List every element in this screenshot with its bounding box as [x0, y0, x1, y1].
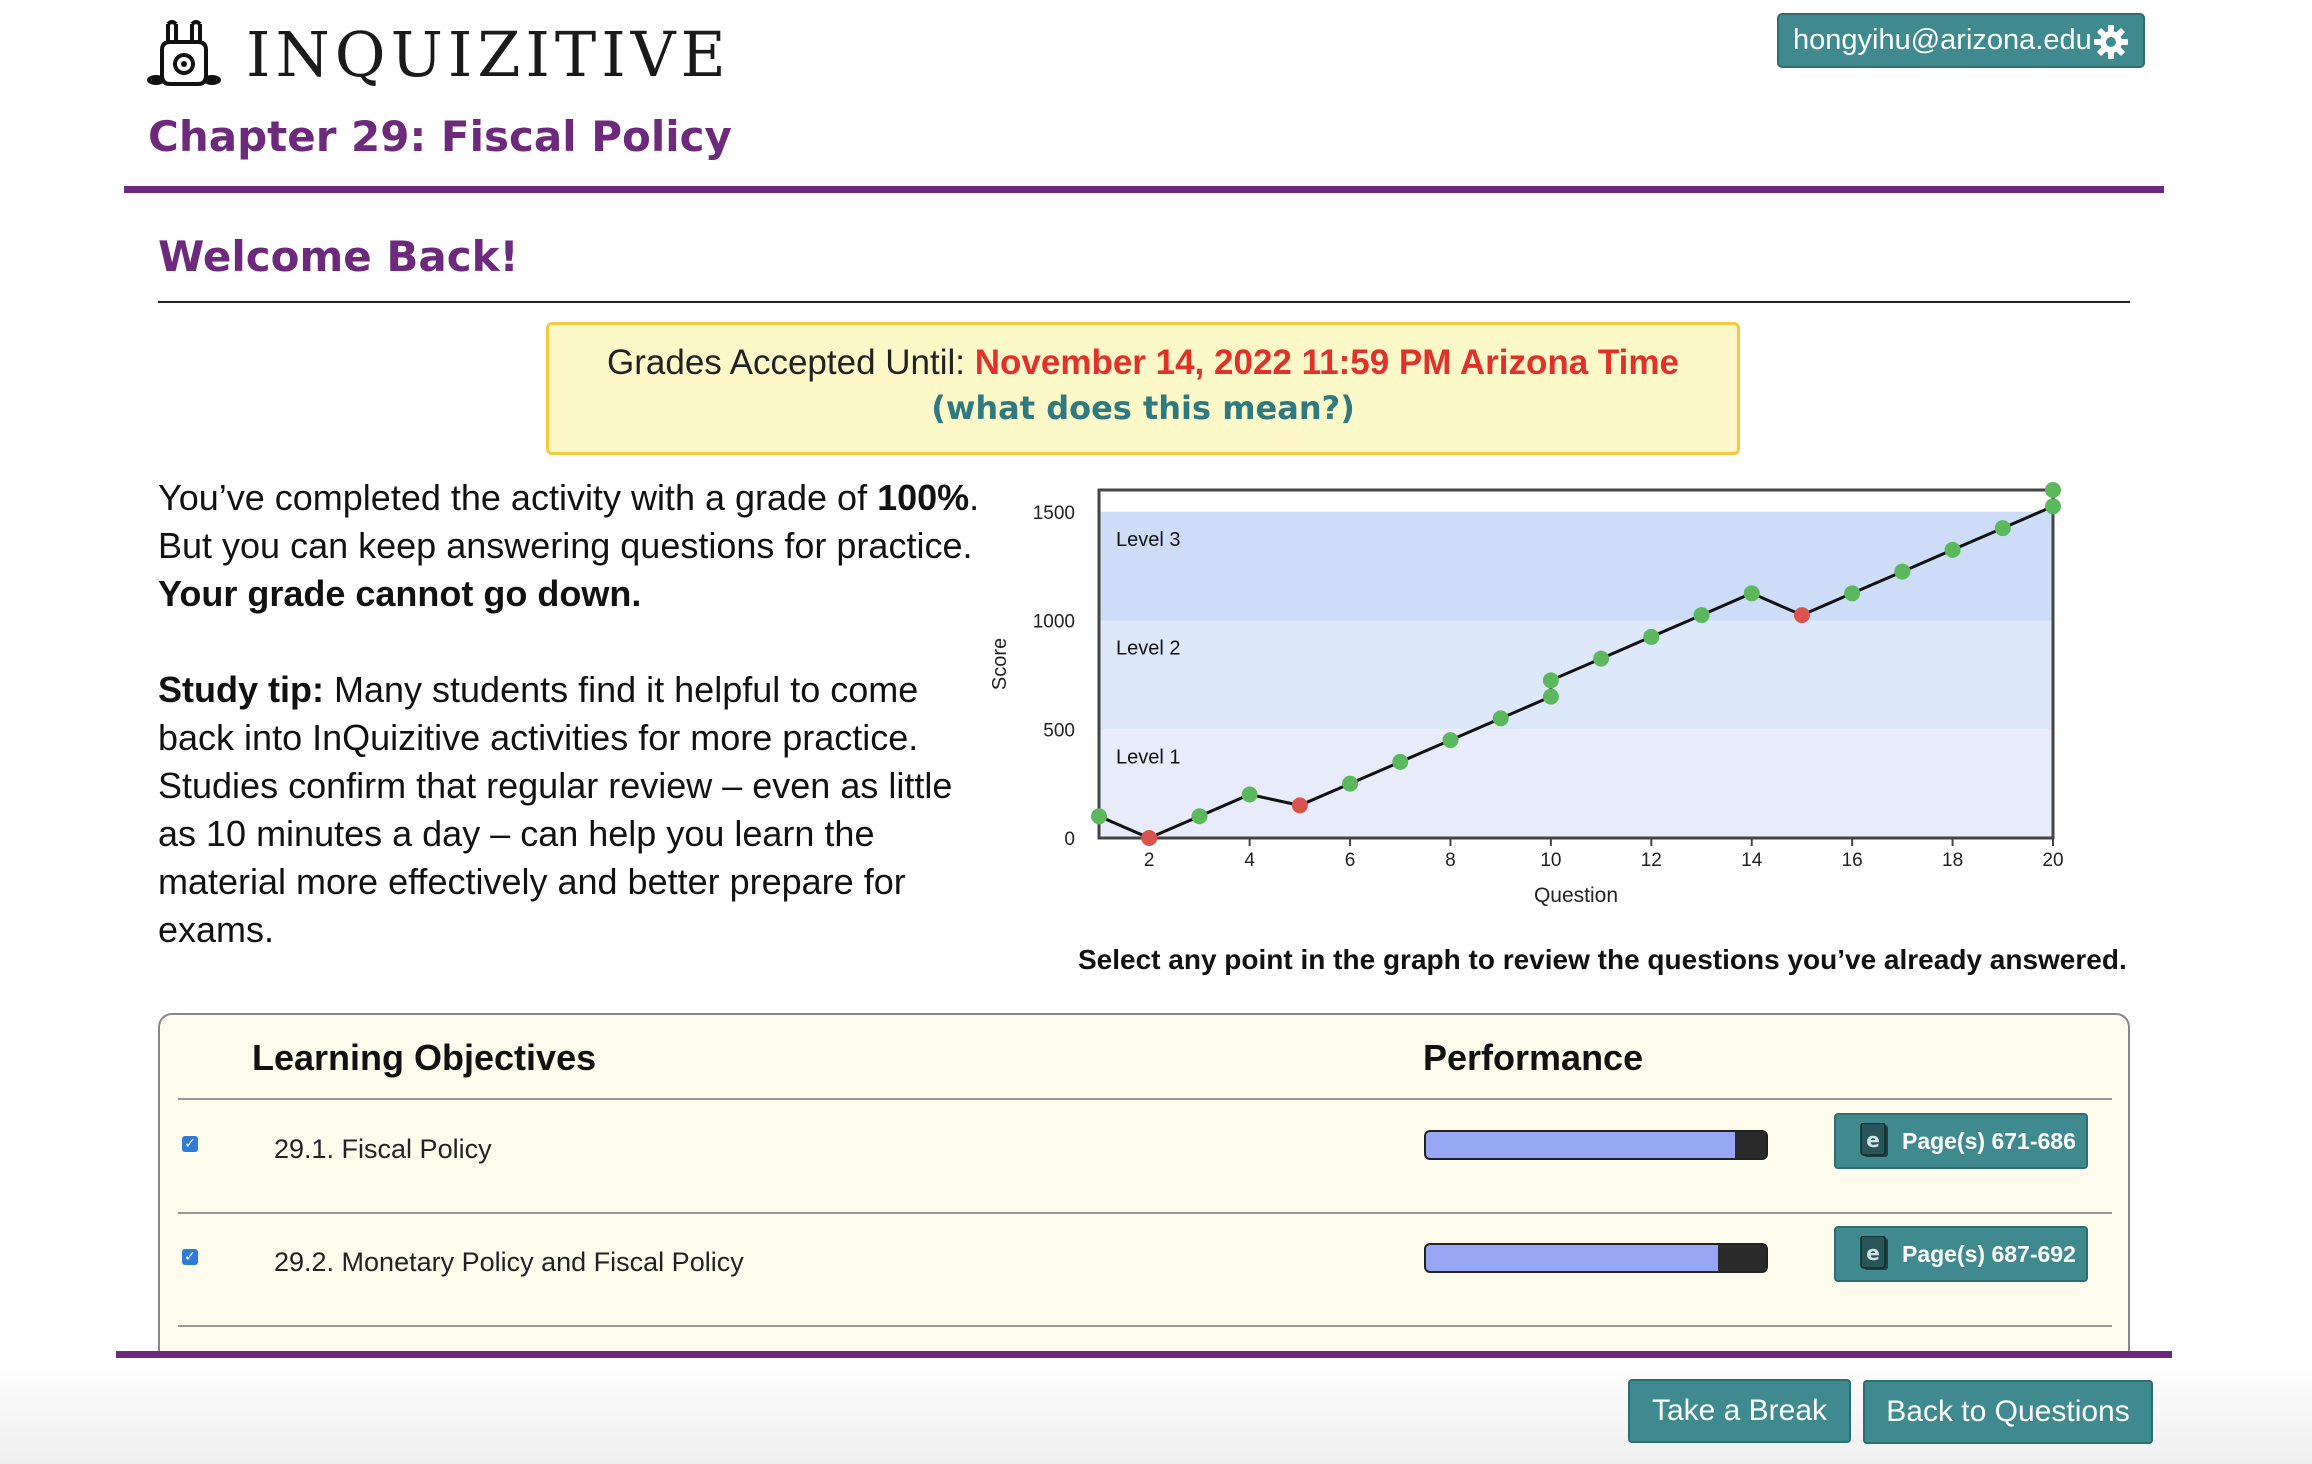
practice-line: But you can keep answering questions for…	[158, 525, 973, 566]
ebook-pages-label: Page(s) 687-692	[1902, 1240, 2076, 1267]
objective-row: ✓ 29.1. Fiscal Policy e Page(s) 671-686	[160, 1100, 2128, 1212]
x-tick-label: 18	[1942, 850, 1963, 871]
correct-answer-point[interactable]	[1593, 650, 1610, 667]
svg-text:e: e	[1866, 1241, 1880, 1265]
ebook-pages-button[interactable]: e Page(s) 671-686	[1834, 1113, 2088, 1169]
gear-icon	[2094, 25, 2128, 59]
footer-divider	[116, 1351, 2172, 1358]
level-band	[1099, 729, 2053, 838]
deadline-line: Grades Accepted Until: November 14, 2022…	[549, 343, 1737, 383]
y-tick-label: 1000	[1033, 612, 1075, 633]
performance-bar	[1424, 1130, 1768, 1160]
objective-checkbox[interactable]: ✓	[182, 1249, 198, 1265]
y-tick-label: 500	[1043, 720, 1075, 741]
user-account-button[interactable]: hongyihu@arizona.edu	[1777, 13, 2145, 68]
correct-answer-point[interactable]	[1994, 520, 2011, 537]
deadline-prefix: Grades Accepted Until:	[607, 343, 975, 382]
correct-answer-point[interactable]	[1944, 541, 1961, 558]
header-divider	[124, 186, 2164, 193]
correct-answer-point[interactable]	[1392, 753, 1409, 770]
logo-text: INQUIZITIVE	[246, 18, 731, 91]
chart-caption: Select any point in the graph to review …	[1078, 944, 2127, 975]
correct-answer-point[interactable]	[1091, 808, 1107, 825]
row-divider	[178, 1325, 2112, 1327]
correct-answer-point[interactable]	[2045, 498, 2061, 515]
performance-column-header: Performance	[1423, 1037, 1644, 1078]
incorrect-answer-point[interactable]	[1291, 797, 1308, 814]
x-tick-label: 2	[1144, 850, 1155, 871]
deadline-banner: Grades Accepted Until: November 14, 2022…	[546, 322, 1740, 455]
svg-text:e: e	[1866, 1128, 1880, 1152]
deadline-help-link[interactable]: (what does this mean?)	[549, 389, 1737, 427]
level-band	[1099, 511, 2053, 621]
objectives-column-header: Learning Objectives	[252, 1037, 597, 1078]
app-logo: INQUIZITIVE	[146, 20, 731, 90]
correct-answer-point[interactable]	[1542, 688, 1559, 705]
welcome-divider	[158, 301, 2130, 303]
rabbit-logo-icon	[147, 20, 221, 86]
correct-answer-point[interactable]	[1894, 563, 1911, 580]
y-tick-label: 1500	[1033, 503, 1075, 524]
objective-checkbox[interactable]: ✓	[182, 1136, 198, 1152]
level-band-label: Level 3	[1116, 529, 1181, 551]
y-tick-label: 0	[1064, 829, 1075, 850]
x-tick-label: 4	[1244, 850, 1255, 871]
ebook-icon: e	[1860, 1236, 1888, 1270]
grade-line: You’ve completed the activity with a gra…	[158, 474, 998, 522]
study-tip-text: Many students find it helpful to come ba…	[158, 669, 953, 950]
correct-answer-point[interactable]	[1743, 585, 1760, 602]
objective-label: 29.2. Monetary Policy and Fiscal Policy	[274, 1247, 744, 1277]
back-to-questions-button[interactable]: Back to Questions	[1863, 1380, 2153, 1444]
grade-note: Your grade cannot go down.	[158, 570, 998, 618]
x-tick-label: 10	[1540, 850, 1561, 871]
x-tick-label: 8	[1445, 850, 1456, 871]
correct-answer-point[interactable]	[1844, 585, 1861, 602]
correct-answer-point[interactable]	[2045, 482, 2061, 498]
objective-label: 29.1. Fiscal Policy	[274, 1134, 492, 1164]
intro-text: You’ve completed the activity with a gra…	[158, 474, 998, 954]
chapter-title: Chapter 29: Fiscal Policy	[148, 112, 732, 161]
study-tip: Study tip: Many students find it helpful…	[158, 666, 998, 954]
level-band-label: Level 2	[1116, 638, 1181, 660]
correct-answer-point[interactable]	[1542, 672, 1559, 689]
grade-value: 100%	[877, 477, 970, 518]
correct-answer-point[interactable]	[1492, 710, 1509, 727]
level-band-label: Level 1	[1116, 746, 1181, 768]
level-band	[1099, 620, 2053, 730]
take-a-break-button[interactable]: Take a Break	[1628, 1379, 1851, 1443]
ebook-icon: e	[1860, 1123, 1888, 1157]
correct-answer-point[interactable]	[1191, 808, 1208, 825]
x-tick-label: 16	[1842, 850, 1863, 871]
score-chart: Level 1 Level 2 Level 3 0 500 1000 1500 2 4 6 8 10 1…	[980, 470, 2080, 930]
y-axis-label: Score	[989, 638, 1011, 690]
incorrect-answer-point[interactable]	[1793, 607, 1810, 624]
x-axis-label: Question	[1534, 884, 1618, 907]
ebook-pages-button[interactable]: e Page(s) 687-692	[1834, 1226, 2088, 1282]
study-tip-label: Study tip:	[158, 669, 324, 710]
performance-bar-fill	[1426, 1132, 1736, 1158]
ebook-pages-label: Page(s) 671-686	[1902, 1127, 2076, 1154]
welcome-heading: Welcome Back!	[158, 232, 519, 281]
x-tick-label: 20	[2042, 850, 2063, 871]
performance-bar-fill	[1426, 1245, 1719, 1271]
x-tick-label: 6	[1345, 850, 1356, 871]
performance-bar	[1424, 1243, 1768, 1273]
deadline-date: November 14, 2022 11:59 PM Arizona Time	[974, 343, 1679, 382]
objective-row: ✓ 29.2. Monetary Policy and Fiscal Polic…	[160, 1213, 2128, 1325]
grade-line-text: You’ve completed the activity with a gra…	[158, 477, 878, 518]
incorrect-answer-point[interactable]	[1141, 830, 1158, 846]
score-chart-svg: Level 1 Level 2 Level 3 0 500 1000 1500 2 4 6 8 10 1…	[989, 482, 2064, 907]
user-email: hongyihu@arizona.edu	[1793, 24, 2092, 56]
correct-answer-point[interactable]	[1693, 607, 1710, 624]
x-tick-label: 14	[1741, 850, 1763, 871]
x-tick-label: 12	[1641, 850, 1662, 871]
grade-note-text: Your grade cannot go down.	[158, 573, 642, 614]
correct-answer-point[interactable]	[1342, 775, 1359, 792]
correct-answer-point[interactable]	[1643, 628, 1660, 645]
correct-answer-point[interactable]	[1241, 786, 1258, 803]
correct-answer-point[interactable]	[1442, 732, 1459, 749]
grade-line-end: .	[969, 477, 980, 518]
